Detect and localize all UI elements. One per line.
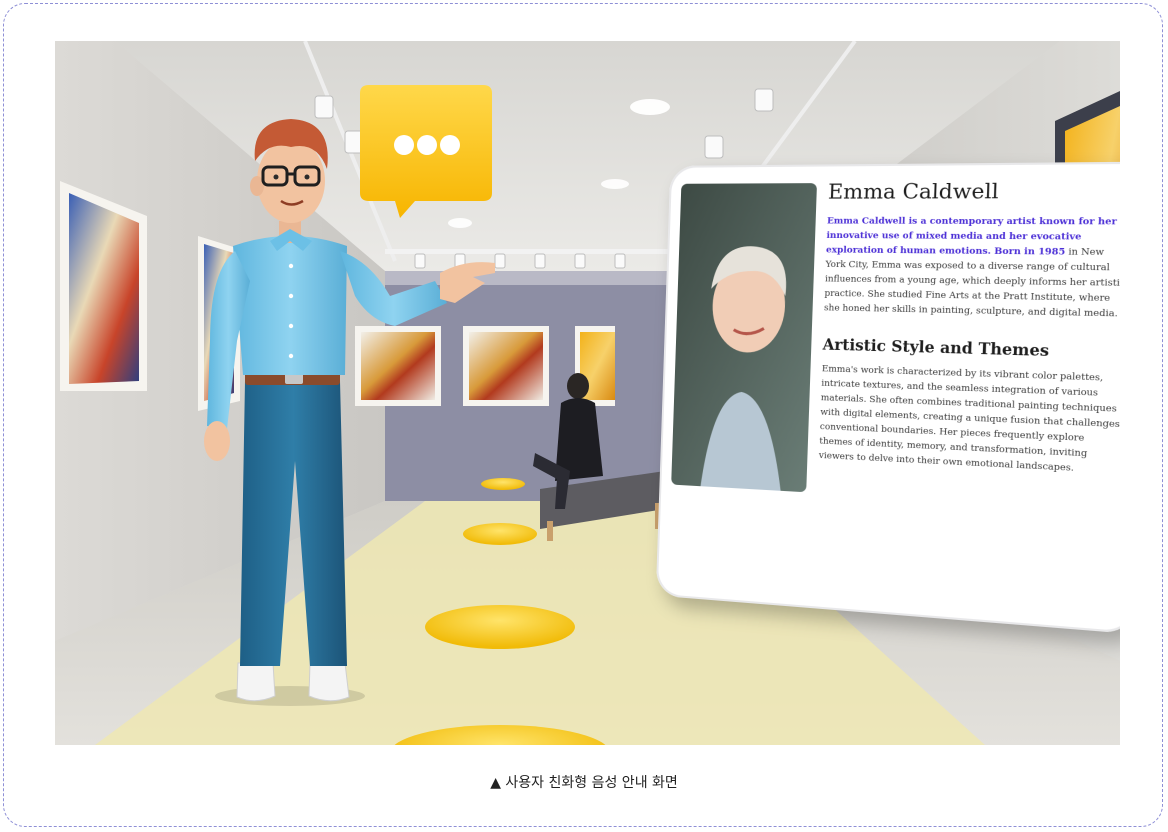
artist-bio-rest: in New York City, Emma was exposed to a … (823, 246, 1120, 320)
section-body: Emma's work is characterized by its vibr… (818, 363, 1120, 474)
section-title: Artistic Style and Themes (822, 336, 1050, 361)
artist-portrait (671, 183, 817, 493)
artist-bio: Emma Caldwell is a contemporary artist k… (824, 214, 1120, 322)
chat-bubble-icon (360, 85, 492, 218)
artist-name: Emma Caldwell (827, 177, 1000, 204)
artist-info-panel: Emma Caldwell Emma Caldwell is a contemp… (655, 161, 1120, 635)
gallery-scene: Emma Caldwell Emma Caldwell is a contemp… (55, 41, 1120, 745)
figure-caption: ▲ 사용자 친화형 음성 안내 화면 (490, 775, 678, 791)
